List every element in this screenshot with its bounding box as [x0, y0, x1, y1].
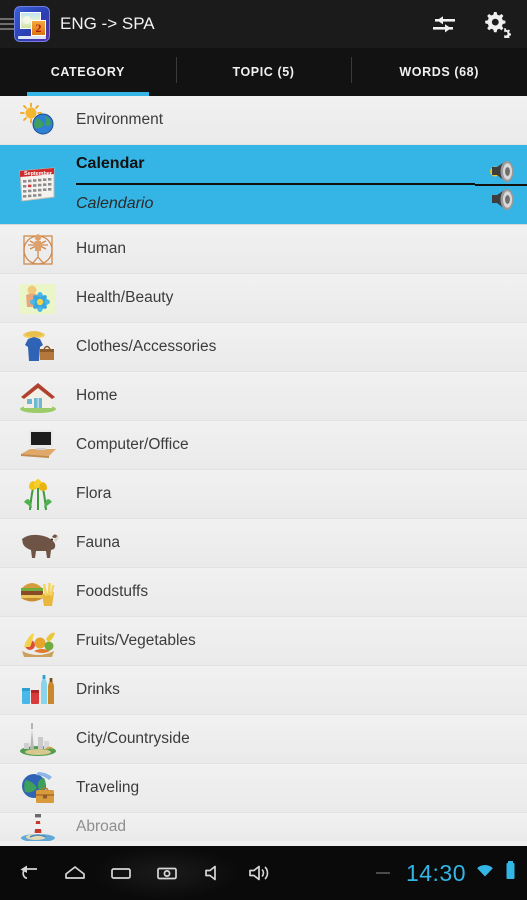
- list-item[interactable]: Drinks: [0, 666, 527, 715]
- list-item-label: Traveling: [76, 779, 140, 796]
- svg-text:September: September: [24, 171, 53, 177]
- list-item-label: Home: [76, 387, 118, 404]
- list-item-label: Human: [76, 240, 126, 257]
- app-logo-badge: 2: [31, 20, 46, 36]
- volume-down-icon[interactable]: [190, 849, 236, 897]
- settings-gear-icon[interactable]: [481, 9, 511, 39]
- city-icon: [0, 715, 76, 763]
- list-item[interactable]: Computer/Office: [0, 421, 527, 470]
- speaker-buttons: [475, 158, 527, 212]
- list-item-label: Fauna: [76, 534, 120, 551]
- list-item-label: Drinks: [76, 681, 120, 698]
- tab-bar: CATEGORY TOPIC (5) WORDS (68): [0, 48, 527, 96]
- list-item-label: Flora: [76, 485, 112, 502]
- list-item[interactable]: Traveling: [0, 764, 527, 813]
- status-clock[interactable]: 14:30: [406, 860, 466, 887]
- list-item[interactable]: Fruits/Vegetables: [0, 617, 527, 666]
- recents-icon[interactable]: [98, 849, 144, 897]
- selected-item-content: September Calendar Calendario: [0, 145, 527, 224]
- suitcase-globe-icon: [0, 764, 76, 812]
- list-item[interactable]: Flora: [0, 470, 527, 519]
- selected-item-texts: Calendar Calendario: [76, 145, 475, 224]
- list-item[interactable]: Human: [0, 225, 527, 274]
- swap-languages-icon[interactable]: [429, 9, 459, 39]
- tab-category-label: CATEGORY: [50, 65, 125, 79]
- tulips-icon: [0, 470, 76, 518]
- app-root: 2 ENG -> SPA CATEGORY TOPIC (5) WORDS (6…: [0, 0, 527, 900]
- back-icon[interactable]: [6, 849, 52, 897]
- selected-target-label: Calendario: [76, 195, 154, 213]
- lighthouse-icon: [0, 813, 76, 841]
- flower-beauty-icon: [0, 274, 76, 322]
- list-item[interactable]: Clothes/Accessories: [0, 323, 527, 372]
- selected-target-line: Calendario: [76, 185, 475, 225]
- status-dash-icon: [375, 872, 390, 874]
- list-item[interactable]: Foodstuffs: [0, 568, 527, 617]
- tab-words[interactable]: WORDS (68): [351, 48, 527, 96]
- list-item-label: Clothes/Accessories: [76, 338, 217, 355]
- produce-icon: [0, 617, 76, 665]
- screenshot-icon[interactable]: [144, 849, 190, 897]
- list-item-label: City/Countryside: [76, 730, 190, 747]
- computer-icon: [0, 421, 76, 469]
- list-item-label: Environment: [76, 111, 164, 128]
- list-item-label: Abroad: [76, 818, 126, 835]
- house-icon: [0, 372, 76, 420]
- action-bar: 2 ENG -> SPA: [0, 0, 527, 48]
- list-item[interactable]: City/Countryside: [0, 715, 527, 764]
- list-item-label: Computer/Office: [76, 436, 189, 453]
- burger-fries-icon: [0, 568, 76, 616]
- list-item[interactable]: Home: [0, 372, 527, 421]
- list-item-label: Health/Beauty: [76, 289, 174, 306]
- status-area: 14:30: [375, 860, 527, 887]
- vitruvian-man-icon: [0, 225, 76, 273]
- hamburger-icon[interactable]: [0, 14, 14, 34]
- list-item[interactable]: Fauna: [0, 519, 527, 568]
- sun-globe-icon: [0, 96, 76, 144]
- tab-topic-label: TOPIC (5): [232, 65, 295, 79]
- list-item[interactable]: Abroad: [0, 813, 527, 841]
- rhino-icon: [0, 519, 76, 567]
- bottles-icon: [0, 666, 76, 714]
- category-list[interactable]: Environment September Calendar Calendario Hu…: [0, 96, 527, 846]
- selected-source-label: Calendar: [76, 154, 145, 172]
- home-icon[interactable]: [52, 849, 98, 897]
- page-title: ENG -> SPA: [60, 14, 155, 33]
- clothes-icon: [0, 323, 76, 371]
- app-logo-icon[interactable]: 2: [14, 6, 50, 42]
- volume-up-icon[interactable]: [236, 849, 282, 897]
- battery-full-icon[interactable]: [504, 860, 517, 887]
- calendar-icon: September: [0, 165, 76, 205]
- tab-topic[interactable]: TOPIC (5): [175, 48, 352, 96]
- speaker-source-icon[interactable]: [475, 158, 527, 186]
- system-navigation-bar: 14:30: [0, 846, 527, 900]
- navigation-buttons: [0, 849, 282, 897]
- wifi-icon[interactable]: [474, 862, 496, 885]
- list-item[interactable]: Environment: [0, 96, 527, 145]
- app-logo-base: [18, 36, 46, 39]
- list-item-label: Fruits/Vegetables: [76, 632, 196, 649]
- tab-category[interactable]: CATEGORY: [0, 48, 176, 96]
- speaker-target-icon[interactable]: [475, 186, 527, 212]
- list-item-selected[interactable]: September Calendar Calendario: [0, 145, 527, 225]
- tab-words-label: WORDS (68): [399, 65, 479, 79]
- selected-source-line: Calendar: [76, 145, 475, 185]
- list-item[interactable]: Health/Beauty: [0, 274, 527, 323]
- list-item-label: Foodstuffs: [76, 583, 149, 600]
- action-bar-left: 2 ENG -> SPA: [0, 6, 429, 42]
- action-bar-actions: [429, 9, 517, 39]
